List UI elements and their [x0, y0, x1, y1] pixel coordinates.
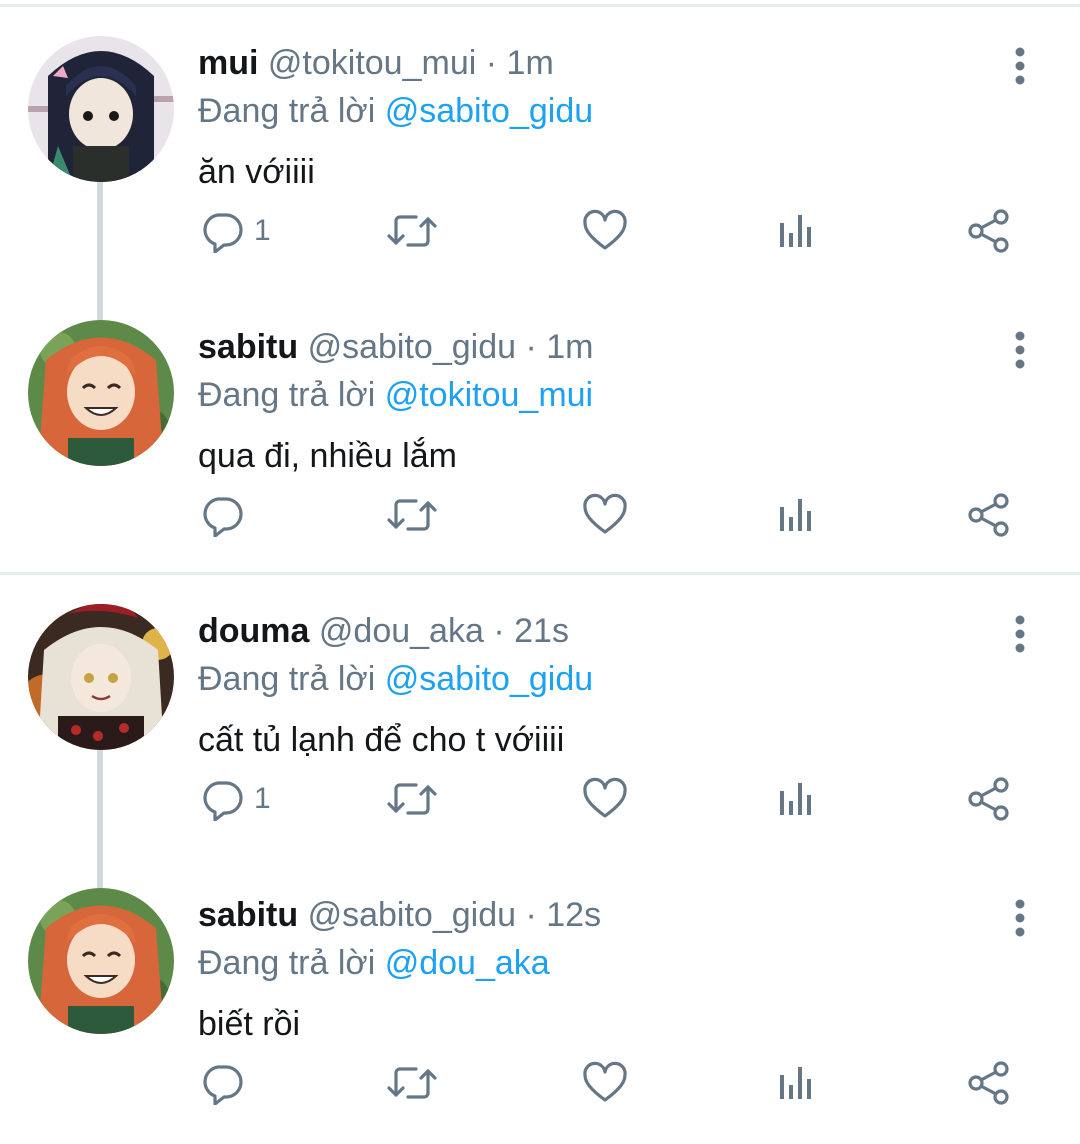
more-vertical-icon[interactable]: [1005, 614, 1035, 654]
replying-prefix: Đang trả lời: [198, 944, 376, 982]
share-button[interactable]: [966, 1053, 1012, 1113]
analytics-button[interactable]: [776, 201, 816, 261]
separator-dot: ·: [525, 896, 537, 934]
analytics-icon: [780, 215, 811, 247]
share-icon: [968, 493, 1009, 537]
separator-dot: ·: [525, 328, 537, 366]
display-name[interactable]: sabitu: [198, 896, 298, 934]
more-vertical-icon[interactable]: [1005, 330, 1035, 370]
tweet[interactable]: mui @tokitou_mui · 1m Đang trả lời @sabi…: [0, 8, 1080, 324]
tweet-header: sabitu @sabito_gidu · 12s: [198, 893, 601, 937]
reply-button[interactable]: [200, 485, 254, 545]
analytics-button[interactable]: [776, 1053, 816, 1113]
user-handle[interactable]: @sabito_gidu: [308, 328, 516, 366]
conversation-divider: [0, 572, 1080, 575]
reply-icon: [203, 1065, 243, 1105]
tweet[interactable]: sabitu @sabito_gidu · 1m Đang trả lời @t…: [0, 292, 1080, 576]
separator-dot: ·: [493, 612, 505, 650]
heart-icon: [583, 493, 627, 534]
analytics-button[interactable]: [776, 769, 816, 829]
share-icon: [968, 1061, 1009, 1105]
tweet-text: cất tủ lạnh để cho t vớiiii: [198, 721, 565, 759]
reply-button[interactable]: [200, 1053, 254, 1113]
reply-button[interactable]: 1: [200, 769, 271, 829]
retweet-icon: [387, 499, 437, 531]
like-button[interactable]: [582, 769, 628, 829]
action-bar: 1: [0, 769, 1080, 829]
tweet-header: mui @tokitou_mui · 1m: [198, 41, 554, 85]
reply-count: 1: [254, 782, 271, 815]
heart-icon: [583, 209, 627, 250]
display-name[interactable]: douma: [198, 612, 309, 650]
heart-icon: [583, 1061, 627, 1102]
tweet-text: biết rồi: [198, 1005, 301, 1043]
retweet-button[interactable]: [386, 1053, 438, 1113]
timestamp[interactable]: 21s: [514, 612, 569, 650]
more-vertical-icon[interactable]: [1005, 898, 1035, 938]
reply-button[interactable]: 1: [200, 201, 271, 261]
more-vertical-icon[interactable]: [1005, 46, 1035, 86]
retweet-icon: [387, 783, 437, 815]
avatar[interactable]: [28, 320, 174, 466]
mention-link[interactable]: @sabito_gidu: [385, 660, 593, 698]
mention-link[interactable]: @sabito_gidu: [385, 92, 593, 130]
tweet[interactable]: sabitu @sabito_gidu · 12s Đang trả lời @…: [0, 860, 1080, 1144]
reply-icon: [203, 781, 243, 821]
replying-prefix: Đang trả lời: [198, 92, 376, 130]
timestamp[interactable]: 1m: [546, 328, 593, 366]
action-bar: 1: [0, 201, 1080, 261]
like-button[interactable]: [582, 201, 628, 261]
retweet-icon: [387, 215, 437, 247]
retweet-button[interactable]: [386, 485, 438, 545]
avatar[interactable]: [28, 604, 174, 750]
replying-prefix: Đang trả lời: [198, 376, 376, 414]
retweet-icon: [387, 1067, 437, 1099]
analytics-button[interactable]: [776, 485, 816, 545]
replying-to: Đang trả lời @tokitou_mui: [198, 373, 593, 417]
reply-icon: [203, 497, 243, 537]
timestamp[interactable]: 1m: [507, 44, 554, 82]
reply-icon: [203, 213, 243, 253]
action-bar: [0, 1053, 1080, 1113]
replying-to: Đang trả lời @sabito_gidu: [198, 89, 593, 133]
reply-count: 1: [254, 214, 271, 247]
like-button[interactable]: [582, 1053, 628, 1113]
like-button[interactable]: [582, 485, 628, 545]
share-button[interactable]: [966, 485, 1012, 545]
tweet[interactable]: douma @dou_aka · 21s Đang trả lời @sabit…: [0, 576, 1080, 892]
action-bar: [0, 485, 1080, 545]
retweet-button[interactable]: [386, 201, 438, 261]
analytics-icon: [780, 783, 811, 815]
display-name[interactable]: sabitu: [198, 328, 298, 366]
replying-to: Đang trả lời @dou_aka: [198, 941, 550, 985]
share-icon: [968, 777, 1009, 821]
avatar[interactable]: [28, 888, 174, 1034]
avatar[interactable]: [28, 36, 174, 182]
heart-icon: [583, 777, 627, 818]
mention-link[interactable]: @tokitou_mui: [385, 376, 593, 414]
tweet-header: douma @dou_aka · 21s: [198, 609, 569, 653]
timestamp[interactable]: 12s: [546, 896, 601, 934]
replying-to: Đang trả lời @sabito_gidu: [198, 657, 593, 701]
analytics-icon: [780, 1067, 811, 1099]
user-handle[interactable]: @dou_aka: [319, 612, 484, 650]
replying-prefix: Đang trả lời: [198, 660, 376, 698]
share-button[interactable]: [966, 201, 1012, 261]
retweet-button[interactable]: [386, 769, 438, 829]
tweet-text: ăn vớiiii: [198, 153, 315, 191]
separator-dot: ·: [485, 44, 498, 82]
display-name[interactable]: mui: [198, 44, 258, 82]
tweet-header: sabitu @sabito_gidu · 1m: [198, 325, 593, 369]
share-button[interactable]: [966, 769, 1012, 829]
mention-link[interactable]: @dou_aka: [385, 944, 550, 982]
user-handle[interactable]: @tokitou_mui: [268, 44, 476, 82]
tweet-text: qua đi, nhiều lắm: [198, 437, 457, 475]
user-handle[interactable]: @sabito_gidu: [308, 896, 516, 934]
analytics-icon: [780, 499, 811, 531]
top-divider: [0, 4, 1080, 7]
share-icon: [968, 209, 1009, 253]
